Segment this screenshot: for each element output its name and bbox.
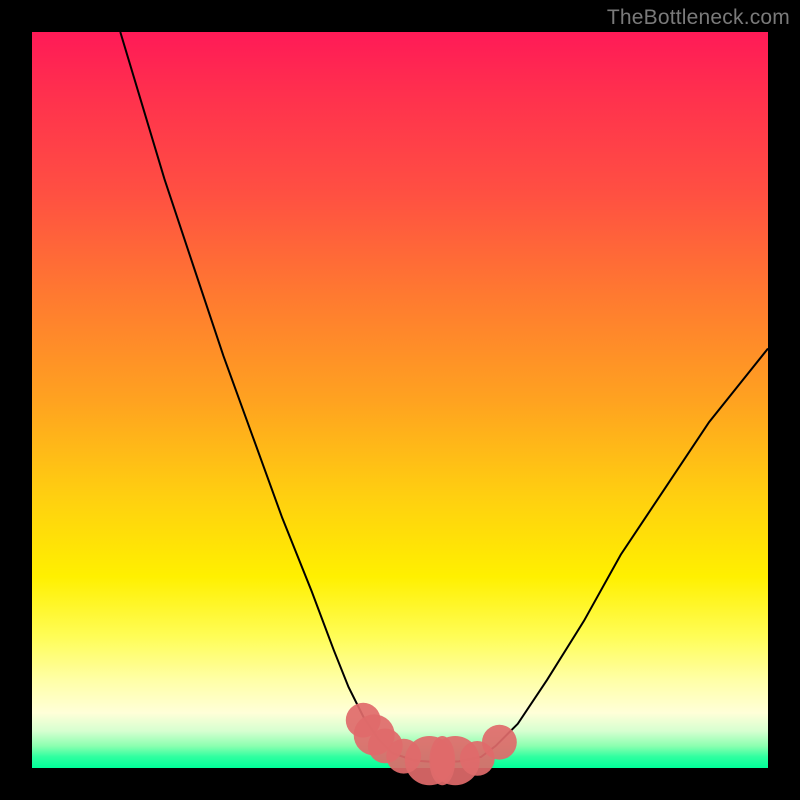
bottleneck-curve	[120, 32, 768, 762]
curve-layer	[120, 32, 768, 762]
chart-svg	[32, 32, 768, 768]
valley-marker	[482, 725, 517, 760]
plot-area	[32, 32, 768, 768]
markers-layer	[346, 703, 517, 785]
watermark-text: TheBottleneck.com	[607, 6, 790, 30]
chart-frame: TheBottleneck.com	[0, 0, 800, 800]
